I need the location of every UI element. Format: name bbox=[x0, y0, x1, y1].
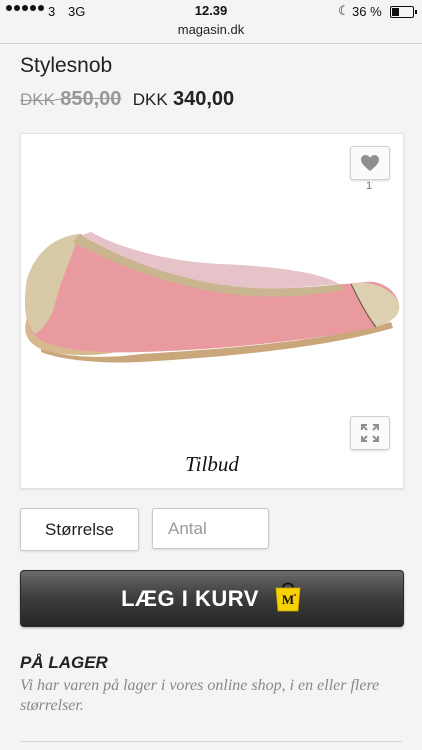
size-select[interactable]: Størrelse bbox=[20, 508, 139, 551]
moon-icon: ☾ bbox=[338, 3, 350, 18]
expand-image-button[interactable] bbox=[350, 416, 390, 450]
add-to-cart-button[interactable]: LÆG I KURV M bbox=[20, 570, 404, 627]
product-shoe-image bbox=[25, 232, 400, 363]
add-to-cart-label: LÆG I KURV bbox=[121, 585, 259, 611]
svg-text:M: M bbox=[282, 592, 294, 607]
expand-icon bbox=[361, 424, 379, 442]
brand-name: Stylesnob bbox=[20, 54, 113, 77]
battery-icon bbox=[390, 6, 417, 18]
stock-status-title: PÅ LAGER bbox=[20, 653, 108, 672]
status-bar: 3 3G 12.39 ☾ 36 % bbox=[0, 0, 422, 22]
section-divider bbox=[20, 741, 402, 742]
offer-label: Tilbud bbox=[185, 452, 239, 476]
header-divider bbox=[0, 43, 422, 44]
product-image-card: 1 Tilbud bbox=[20, 133, 404, 489]
quantity-input[interactable] bbox=[152, 508, 269, 549]
new-price-amount: 340,00 bbox=[172, 88, 235, 110]
battery-percentage: 36 % bbox=[352, 4, 382, 19]
favorite-count: 1 bbox=[365, 180, 373, 192]
price-row: DKK 850,00 DKK 340,00 bbox=[20, 88, 234, 111]
old-price: DKK 850,00 bbox=[20, 88, 122, 110]
heart-icon bbox=[361, 155, 379, 171]
url-bar[interactable]: magasin.dk bbox=[0, 22, 422, 37]
stock-status-description: Vi har varen på lager i vores online sho… bbox=[20, 677, 380, 714]
new-price-currency: DKK bbox=[132, 90, 168, 109]
favorite-button[interactable] bbox=[350, 146, 390, 180]
magasin-bag-icon: M bbox=[275, 582, 301, 611]
